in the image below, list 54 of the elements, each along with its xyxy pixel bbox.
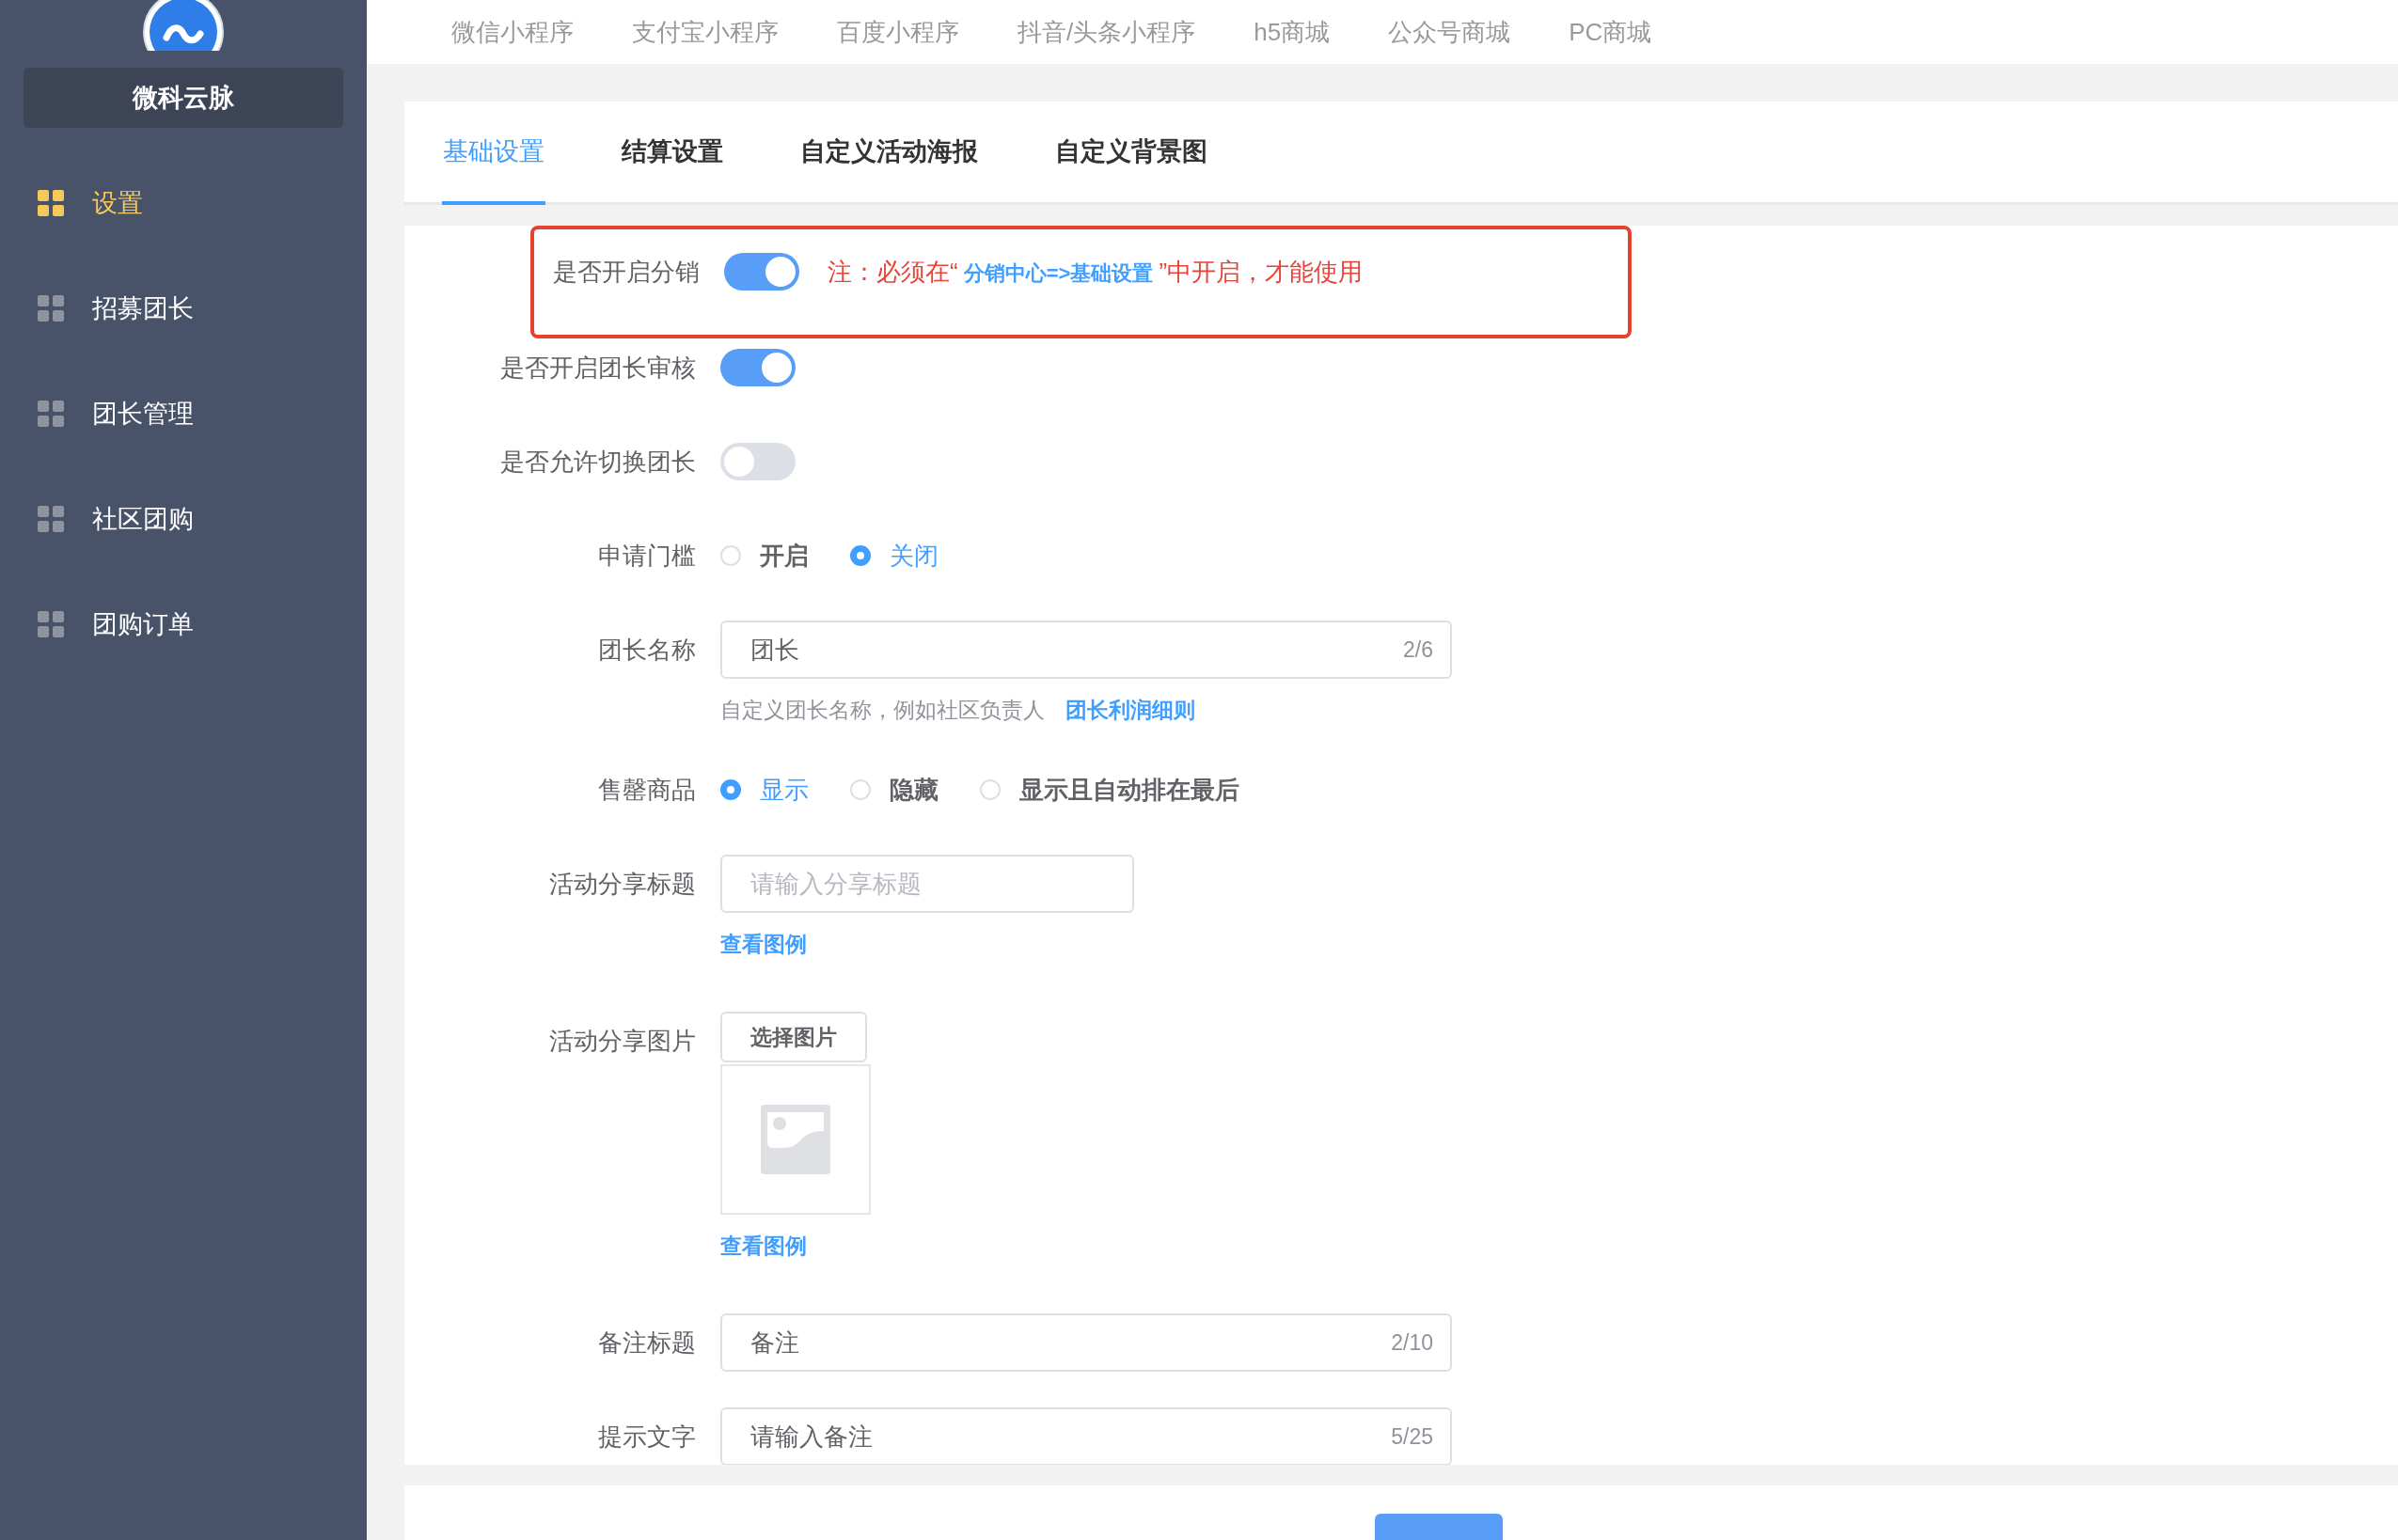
help-text: 自定义团长名称，例如社区负责人 (720, 697, 1045, 724)
grid-icon (38, 190, 64, 216)
nav-link[interactable]: 公众号商城 (1388, 15, 1511, 49)
toggle-switch[interactable] (720, 443, 796, 480)
rules-link[interactable]: 团长利润细则 (1065, 696, 1195, 725)
char-counter: 5/25 (1391, 1423, 1433, 1450)
field-label: 备注标题 (597, 1328, 697, 1359)
choose-image-button[interactable]: 选择图片 (720, 1012, 867, 1062)
nav-link[interactable]: PC商城 (1569, 15, 1652, 49)
nav-link[interactable]: 支付宝小程序 (632, 15, 779, 49)
radio-option[interactable]: 开启 (720, 539, 809, 573)
example-link[interactable]: 查看图例 (720, 1232, 807, 1261)
warning-note: 注：必须在“ 分销中心=>基础设置 ”中开启，才能使用 (828, 256, 1364, 288)
char-counter: 2/6 (1403, 636, 1433, 663)
field-label: 是否允许切换团长 (499, 447, 697, 478)
char-counter: 2/10 (1391, 1329, 1433, 1356)
settings-link[interactable]: 分销中心=>基础设置 (963, 260, 1154, 285)
tab[interactable]: 基础设置 (442, 102, 545, 205)
field-label: 申请门槛 (597, 541, 697, 572)
field-label: 售罄商品 (597, 775, 697, 806)
grid-icon (38, 611, 64, 637)
sidebar-item[interactable]: 招募团长 (0, 256, 367, 361)
tab[interactable]: 结算设置 (621, 102, 724, 205)
radio-option[interactable]: 隐藏 (850, 773, 939, 807)
example-link[interactable]: 查看图例 (720, 930, 807, 959)
nav-link[interactable]: h5商城 (1254, 15, 1331, 49)
nav-link[interactable]: 抖音/头条小程序 (1018, 15, 1196, 49)
sidebar-item[interactable]: 设置 (0, 150, 367, 256)
field-label: 是否开启团长审核 (499, 353, 697, 384)
field-label: 活动分享图片 (548, 1026, 697, 1057)
text-field[interactable]: 团长 2/6 (720, 621, 1452, 679)
grid-icon (38, 295, 64, 322)
sidebar-item[interactable]: 团长管理 (0, 361, 367, 466)
grid-icon (38, 401, 64, 427)
field-label: 是否开启分销 (552, 257, 701, 288)
sidebar-item[interactable]: 社区团购 (0, 466, 367, 572)
radio-option[interactable]: 显示 (720, 773, 809, 807)
sidebar-item[interactable]: 团购订单 (0, 572, 367, 677)
brand-name: 微科云脉 (24, 68, 343, 128)
toggle-switch[interactable] (720, 349, 796, 386)
radio-option[interactable]: 关闭 (850, 539, 939, 573)
field-label: 团长名称 (597, 635, 697, 666)
field-label: 提示文字 (597, 1422, 697, 1453)
grid-icon (38, 506, 64, 532)
nav-link[interactable]: 百度小程序 (837, 15, 959, 49)
image-icon (761, 1105, 830, 1174)
text-field[interactable]: 备注 2/10 (720, 1313, 1452, 1372)
tab[interactable]: 自定义活动海报 (799, 102, 979, 205)
text-field[interactable]: 请输入备注 5/25 (720, 1407, 1452, 1465)
radio-option[interactable]: 显示且自动排在最后 (980, 773, 1239, 807)
toggle-switch[interactable] (724, 253, 799, 291)
field-label: 活动分享标题 (548, 869, 697, 900)
tab[interactable]: 自定义背景图 (1054, 102, 1208, 205)
nav-link[interactable]: 微信小程序 (451, 15, 574, 49)
